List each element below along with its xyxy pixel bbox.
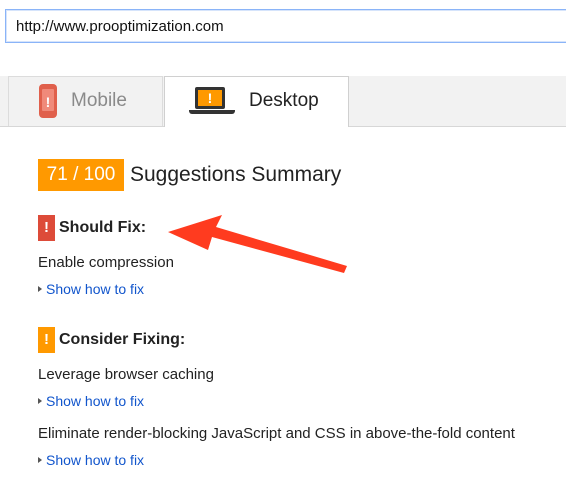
tab-mobile-label: Mobile xyxy=(71,90,127,111)
url-input[interactable]: http://www.prooptimization.com xyxy=(5,9,566,43)
rule-enable-compression: Enable compression xyxy=(38,254,174,271)
expand-triangle-icon xyxy=(38,398,42,405)
should-fix-heading: Should Fix: xyxy=(59,219,147,236)
show-how-to-fix-link[interactable]: Show how to fix xyxy=(38,281,144,297)
annotation-arrow-icon xyxy=(168,215,347,273)
consider-fixing-heading: Consider Fixing: xyxy=(59,331,186,348)
summary-title: Suggestions Summary xyxy=(130,163,342,186)
phone-icon: ! xyxy=(39,84,57,118)
expand-triangle-icon xyxy=(38,457,42,464)
pagespeed-report: http://www.prooptimization.com ! Mobile … xyxy=(0,0,566,477)
tab-desktop[interactable]: ! Desktop xyxy=(164,76,349,127)
expand-triangle-icon xyxy=(38,286,42,293)
tab-mobile[interactable]: ! Mobile xyxy=(8,76,163,126)
show-how-to-fix-link[interactable]: Show how to fix xyxy=(38,393,144,409)
rule-render-blocking: Eliminate render-blocking JavaScript and… xyxy=(38,425,515,442)
url-text[interactable]: http://www.prooptimization.com xyxy=(16,18,224,35)
warning-red-icon: ! xyxy=(38,215,55,241)
show-how-to-fix-link[interactable]: Show how to fix xyxy=(38,452,144,468)
laptop-icon: ! xyxy=(189,87,235,119)
tab-desktop-label: Desktop xyxy=(249,90,319,111)
score-badge: 71 / 100 xyxy=(38,159,124,191)
rule-leverage-caching: Leverage browser caching xyxy=(38,366,214,383)
warning-orange-icon: ! xyxy=(38,327,55,353)
device-tabs: ! Mobile ! Desktop xyxy=(0,76,566,127)
